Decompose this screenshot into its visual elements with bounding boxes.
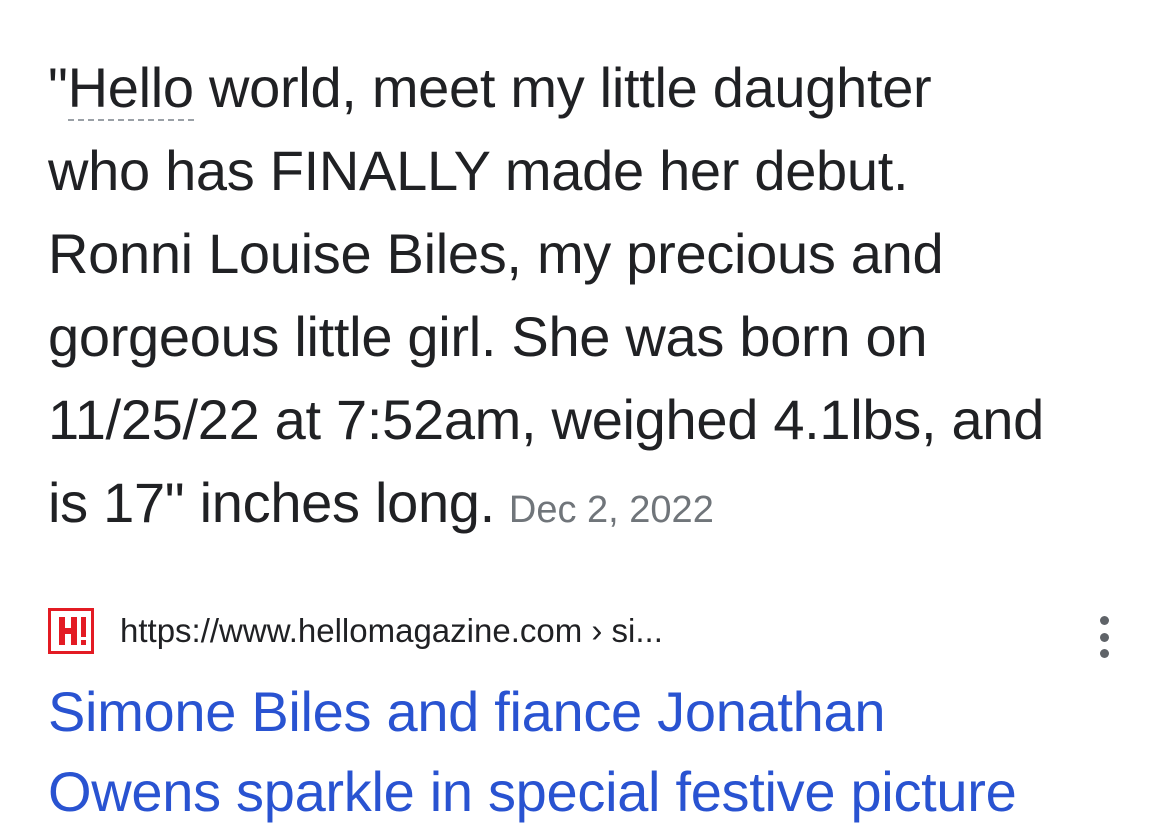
more-dot <box>1099 616 1109 625</box>
result-url[interactable]: https://www.hellomagazine.com › si... <box>120 612 663 650</box>
snippet-date: Dec 2, 2022 <box>508 489 714 531</box>
snippet-line-3: Ronni Louise Biles, my precious and <box>48 222 944 285</box>
snippet-line-5: 11/25/22 at 7:52am, weighed 4.1lbs, and <box>48 388 1044 451</box>
snippet-line-6-text: is 17" inches long. <box>48 471 495 534</box>
result-title-link[interactable]: Simone Biles and fiance Jonathan Owens s… <box>48 672 1128 832</box>
snippet-line-1: "Hello world, meet my little daughter <box>48 46 1128 129</box>
snippet-line-4: gorgeous little girl. She was born on <box>48 305 928 368</box>
result-title-line-2: Owens sparkle in special festive picture <box>48 760 1017 823</box>
snippet-line-2: who has FINALLY made her debut. <box>48 139 909 202</box>
hello-definition-link[interactable]: Hello <box>67 56 194 121</box>
result-source-row[interactable]: https://www.hellomagazine.com › si... <box>48 604 1128 658</box>
result-title-line-1: Simone Biles and fiance Jonathan <box>48 680 886 743</box>
more-dot <box>1099 649 1109 658</box>
result-snippet: "Hello world, meet my little daughter wh… <box>48 46 1128 552</box>
quote-mark: " <box>48 56 68 119</box>
search-result: https://www.hellomagazine.com › si... Si… <box>48 604 1128 832</box>
snippet-line-6: is 17" inches long. Dec 2, 2022 <box>48 461 1128 552</box>
hello-logo-glyph <box>59 617 86 645</box>
more-dot <box>1099 632 1109 642</box>
hello-magazine-logo-icon <box>48 608 94 654</box>
more-vert-icon[interactable] <box>1094 616 1114 658</box>
snippet-line-1-text: world, meet my little daughter <box>193 56 932 119</box>
